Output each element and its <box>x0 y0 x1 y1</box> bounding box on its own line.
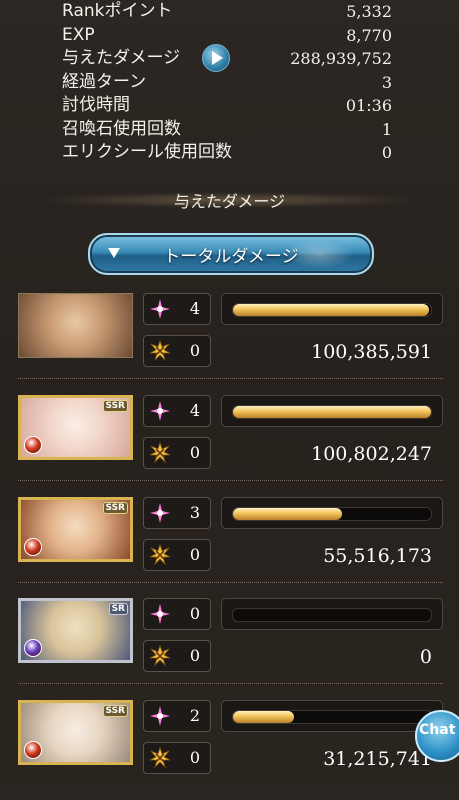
total-damage-label: トータルダメージ <box>163 247 299 267</box>
burst-icon <box>149 340 171 362</box>
stat-rank-points: Rankポイント 5,332 <box>62 1 392 21</box>
row-divider <box>18 683 443 684</box>
damage-bar <box>221 293 443 325</box>
damage-value: 0 <box>419 646 432 668</box>
character-portrait[interactable]: SSR <box>18 497 133 562</box>
character-portrait[interactable]: SSR <box>18 700 133 765</box>
skill-count: 4 <box>189 299 200 318</box>
burst-icon <box>149 544 171 566</box>
fire-element-icon <box>24 436 42 454</box>
dark-element-icon <box>24 639 42 657</box>
sparkle-icon <box>150 299 170 319</box>
rarity-badge: SSR <box>102 502 128 514</box>
damage-bar <box>221 497 443 529</box>
skill-count-box: 2 <box>143 700 211 732</box>
party-member-row: SSR 2 0 31,215,741 <box>0 700 459 800</box>
damage-bar-fill <box>233 406 431 418</box>
row-divider <box>18 378 443 379</box>
fire-element-icon <box>24 538 42 556</box>
stat-time: 討伐時間 01:36 <box>62 95 392 115</box>
ougi-count: 0 <box>189 545 200 564</box>
damage-bar-track <box>232 710 432 724</box>
damage-value: 55,516,173 <box>323 545 432 567</box>
skill-count: 4 <box>189 401 200 420</box>
sparkle-icon <box>150 401 170 421</box>
burst-icon <box>149 645 171 667</box>
damage-bar-fill <box>233 711 295 723</box>
ougi-count-box: 0 <box>143 539 211 571</box>
play-icon[interactable] <box>202 44 230 72</box>
damage-bar-track <box>232 608 432 622</box>
skill-count: 3 <box>189 503 200 522</box>
character-portrait[interactable]: SSR <box>18 395 133 460</box>
skill-count: 0 <box>189 604 200 623</box>
chat-button[interactable]: Chat <box>415 710 459 762</box>
ougi-count-box: 0 <box>143 742 211 774</box>
damage-bar-track <box>232 405 432 419</box>
stat-turns: 経過ターン 3 <box>62 71 392 92</box>
damage-bar-fill <box>233 508 342 520</box>
damage-bar-track <box>232 303 432 317</box>
stat-exp: EXP 8,770 <box>62 24 392 45</box>
portrait-image <box>19 294 132 357</box>
damage-value: 100,385,591 <box>311 341 432 363</box>
skill-count: 2 <box>189 706 200 725</box>
damage-bar-track <box>232 507 432 521</box>
sparkle-icon <box>150 604 170 624</box>
damage-value: 100,802,247 <box>311 443 432 465</box>
rarity-badge: SR <box>108 603 128 615</box>
stat-elixir-uses: エリクシール使用回数 0 <box>62 142 392 162</box>
ougi-count-box: 0 <box>143 640 211 672</box>
damage-bar-fill <box>233 304 430 316</box>
burst-icon <box>149 747 171 769</box>
row-divider <box>18 582 443 583</box>
character-portrait[interactable]: SR <box>18 598 133 663</box>
ougi-count: 0 <box>189 646 200 665</box>
skill-count-box: 3 <box>143 497 211 529</box>
rarity-badge: SSR <box>102 705 128 717</box>
total-damage-dropdown[interactable]: トータルダメージ <box>88 233 374 275</box>
row-divider <box>18 480 443 481</box>
ougi-count: 0 <box>189 341 200 360</box>
fire-element-icon <box>24 741 42 759</box>
stat-damage-dealt: 与えたダメージ 288,939,752 <box>62 48 392 68</box>
section-title: 与えたダメージ <box>173 192 286 211</box>
stat-summon-uses: 召喚石使用回数 1 <box>62 118 392 139</box>
damage-bar <box>221 700 443 732</box>
character-portrait[interactable] <box>18 293 133 358</box>
sparkle-icon <box>150 706 170 726</box>
chat-icon: Chat <box>419 722 456 738</box>
ougi-count: 0 <box>189 748 200 767</box>
ougi-count: 0 <box>189 443 200 462</box>
skill-count-box: 0 <box>143 598 211 630</box>
burst-icon <box>149 442 171 464</box>
damage-bar <box>221 598 443 630</box>
ougi-count-box: 0 <box>143 437 211 469</box>
skill-count-box: 4 <box>143 395 211 427</box>
skill-count-box: 4 <box>143 293 211 325</box>
battle-stats: Rankポイント 5,332 EXP 8,770 与えたダメージ 288,939,75… <box>62 0 402 165</box>
rarity-badge: SSR <box>102 400 128 412</box>
damage-bar <box>221 395 443 427</box>
sparkle-icon <box>150 503 170 523</box>
damage-value: 31,215,741 <box>323 748 432 770</box>
ougi-count-box: 0 <box>143 335 211 367</box>
